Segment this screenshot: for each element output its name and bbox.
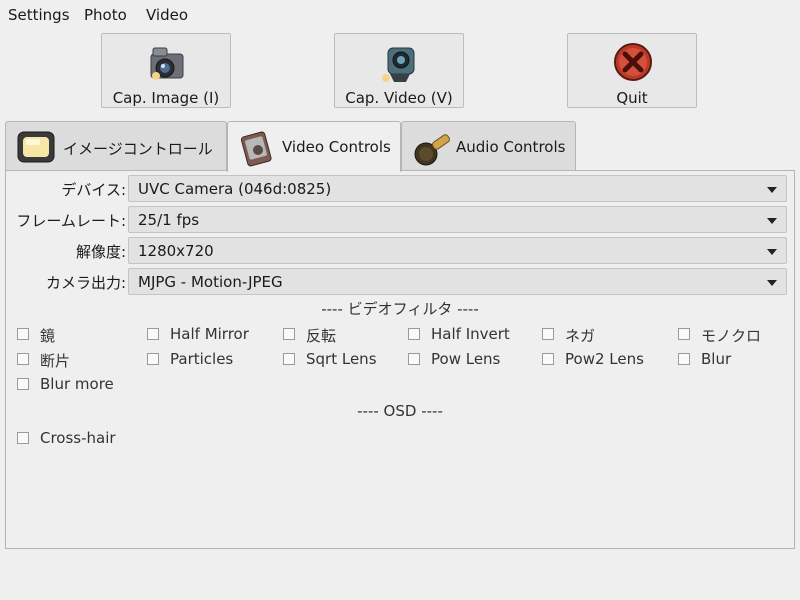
tab-audio-controls-label: Audio Controls — [456, 138, 566, 156]
tab-video-controls-label: Video Controls — [282, 138, 391, 156]
filter-label: Pow2 Lens — [565, 350, 644, 368]
tv-icon — [17, 131, 55, 163]
video-controls-icon — [240, 131, 272, 167]
device-value: UVC Camera (046d:0825) — [138, 180, 332, 198]
tab-video-controls[interactable]: Video Controls — [227, 121, 401, 172]
checkbox-box[interactable] — [542, 353, 554, 365]
chevron-down-icon — [767, 280, 777, 286]
chevron-down-icon — [767, 249, 777, 255]
quit-icon — [614, 43, 652, 81]
chevron-down-icon — [767, 187, 777, 193]
filter-label: Half Invert — [431, 325, 510, 343]
checkbox-box[interactable] — [408, 353, 420, 365]
resolution-select[interactable]: 1280x720 — [128, 237, 787, 264]
quit-button[interactable]: Quit — [567, 33, 697, 108]
filter-label: Half Mirror — [170, 325, 249, 343]
osd-title: ---- OSD ---- — [357, 402, 443, 420]
capture-image-label: Cap. Image (I) — [112, 89, 220, 107]
chevron-down-icon — [767, 218, 777, 224]
video-camera-icon — [382, 47, 415, 82]
capture-image-button[interactable]: Cap. Image (I) — [101, 33, 231, 108]
tab-image-controls[interactable]: イメージコントロール — [5, 121, 227, 171]
checkbox-box[interactable] — [678, 328, 690, 340]
filter-label: Pow Lens — [431, 350, 501, 368]
tab-image-controls-label: イメージコントロール — [63, 140, 213, 158]
checkbox-box[interactable] — [17, 328, 29, 340]
checkbox-box[interactable] — [678, 353, 690, 365]
filter-label: モノクロ — [701, 327, 762, 345]
framerate-label: フレームレート: — [16, 212, 126, 230]
checkbox-box[interactable] — [17, 353, 29, 365]
capture-video-label: Cap. Video (V) — [345, 89, 453, 107]
microphone-icon — [414, 134, 450, 166]
filter-label: 反転 — [306, 327, 337, 345]
menu-settings[interactable]: Settings — [8, 6, 70, 24]
checkbox-box[interactable] — [283, 353, 295, 365]
checkbox-box[interactable] — [283, 328, 295, 340]
resolution-label: 解像度: — [75, 243, 126, 261]
checkbox-box[interactable] — [147, 328, 159, 340]
checkbox-box[interactable] — [17, 432, 29, 444]
camera-output-label: カメラ出力: — [45, 274, 126, 292]
camera-icon — [150, 47, 184, 80]
filter-label: Particles — [170, 350, 234, 368]
device-select[interactable]: UVC Camera (046d:0825) — [128, 175, 787, 202]
checkbox-box[interactable] — [17, 378, 29, 390]
resolution-value: 1280x720 — [138, 242, 214, 260]
checkbox-box[interactable] — [542, 328, 554, 340]
filter-label: 断片 — [40, 352, 71, 370]
osd-label: Cross-hair — [40, 429, 116, 447]
device-label: デバイス: — [61, 181, 126, 199]
filter-label: Blur — [701, 350, 732, 368]
capture-video-button[interactable]: Cap. Video (V) — [334, 33, 464, 108]
camera-output-value: MJPG - Motion-JPEG — [138, 273, 283, 291]
framerate-select[interactable]: 25/1 fps — [128, 206, 787, 233]
tab-audio-controls[interactable]: Audio Controls — [401, 121, 576, 171]
menu-bar: Settings Photo Video — [0, 0, 800, 30]
filter-label: Blur more — [40, 375, 114, 393]
menu-photo[interactable]: Photo — [84, 6, 127, 24]
quit-label: Quit — [616, 89, 648, 107]
checkbox-box[interactable] — [147, 353, 159, 365]
video-filters-title: ---- ビデオフィルタ ---- — [321, 300, 479, 318]
framerate-value: 25/1 fps — [138, 211, 200, 229]
menu-video[interactable]: Video — [146, 6, 188, 24]
filter-label: Sqrt Lens — [306, 350, 377, 368]
camera-output-select[interactable]: MJPG - Motion-JPEG — [128, 268, 787, 295]
filter-label: 鏡 — [40, 327, 56, 345]
filter-label: ネガ — [565, 327, 596, 345]
checkbox-box[interactable] — [408, 328, 420, 340]
